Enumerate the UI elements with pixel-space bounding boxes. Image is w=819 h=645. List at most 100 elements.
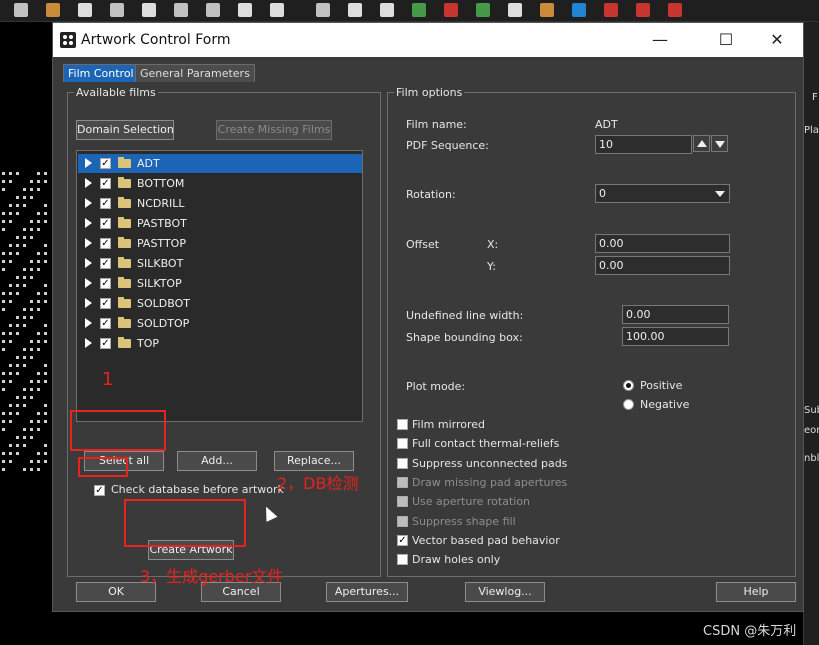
expand-arrow-icon[interactable] (85, 218, 92, 228)
pcb-canvas[interactable] (0, 22, 52, 645)
create-missing-films-button[interactable]: Create Missing Films (216, 120, 332, 140)
film-row[interactable]: ✓ PASTBOT (78, 214, 362, 233)
film-checkbox[interactable]: ✓ (100, 238, 111, 249)
tab-film-control[interactable]: Film Control (63, 64, 139, 82)
pcb-pad (37, 428, 40, 431)
film-row[interactable]: ✓ SILKTOP (78, 274, 362, 293)
pcb-pad (30, 316, 33, 319)
domain-selection-button[interactable]: Domain Selection (76, 120, 174, 140)
toolbar-tool-icon[interactable] (380, 3, 394, 17)
expand-arrow-icon[interactable] (85, 318, 92, 328)
film-checkbox[interactable]: ✓ (100, 178, 111, 189)
film-checkbox[interactable]: ✓ (100, 258, 111, 269)
film-checkbox[interactable]: ✓ (100, 198, 111, 209)
toolbar-tool-icon[interactable] (142, 3, 156, 17)
pcb-pad (16, 284, 19, 287)
rotation-select[interactable]: 0 (595, 184, 730, 203)
tab-general-parameters[interactable]: General Parameters (135, 64, 255, 82)
film-option-checkbox[interactable] (397, 496, 408, 508)
film-tree-list[interactable]: ✓ ADT ✓ BOTTOM ✓ NCDRILL ✓ PASTBOT ✓ PASTTOP ✓ SILK… (76, 150, 363, 422)
sequence-up-button[interactable] (693, 135, 710, 152)
film-option-checkbox[interactable] (397, 476, 408, 488)
expand-arrow-icon[interactable] (85, 158, 92, 168)
plot-mode-negative-radio[interactable] (623, 399, 634, 410)
pcb-pad (44, 292, 47, 295)
expand-arrow-icon[interactable] (85, 298, 92, 308)
pcb-pad (2, 172, 5, 175)
offset-y-input[interactable]: 0.00 (595, 256, 730, 275)
check-database-checkbox[interactable]: ✓ (94, 485, 105, 496)
film-row[interactable]: ✓ NCDRILL (78, 194, 362, 213)
film-checkbox[interactable]: ✓ (100, 278, 111, 289)
pdf-sequence-input[interactable]: 10 (595, 135, 692, 154)
pcb-pad (9, 284, 12, 287)
film-option-checkbox[interactable] (397, 457, 408, 469)
film-option-checkbox[interactable] (397, 419, 408, 430)
toolbar-tool-icon[interactable] (348, 3, 362, 17)
toolbar-tool-icon[interactable] (604, 3, 618, 17)
minimize-button[interactable]: — (638, 28, 682, 52)
film-checkbox[interactable]: ✓ (100, 318, 111, 329)
expand-arrow-icon[interactable] (85, 238, 92, 248)
film-checkbox[interactable]: ✓ (100, 158, 111, 169)
toolbar-tool-icon[interactable] (110, 3, 124, 17)
film-row[interactable]: ✓ TOP (78, 334, 362, 353)
toolbar-tool-icon[interactable] (508, 3, 522, 17)
pcb-pad (9, 300, 12, 303)
toolbar-tool-icon[interactable] (78, 3, 92, 17)
replace-film-button[interactable]: Replace... (274, 451, 354, 471)
undefined-line-width-input[interactable]: 0.00 (622, 305, 729, 324)
pcb-pad (9, 204, 12, 207)
toolbar-tool-icon[interactable] (46, 3, 60, 17)
shape-bounding-box-input[interactable]: 100.00 (622, 327, 729, 346)
expand-arrow-icon[interactable] (85, 178, 92, 188)
toolbar-tool-icon[interactable] (174, 3, 188, 17)
film-row[interactable]: ✓ SILKBOT (78, 254, 362, 273)
pcb-pad (30, 220, 33, 223)
expand-arrow-icon[interactable] (85, 198, 92, 208)
toolbar-tool-icon[interactable] (14, 3, 28, 17)
rotation-label: Rotation: (406, 188, 456, 201)
plot-mode-positive-radio[interactable] (623, 380, 634, 391)
toolbar-tool-icon[interactable] (668, 3, 682, 17)
film-checkbox[interactable]: ✓ (100, 218, 111, 229)
toolbar-tool-icon[interactable] (572, 3, 586, 17)
toolbar-tool-icon[interactable] (476, 3, 490, 17)
film-option-checkbox[interactable] (397, 554, 408, 566)
film-checkbox[interactable]: ✓ (100, 338, 111, 349)
film-option-checkbox[interactable] (397, 515, 408, 527)
toolbar-tool-icon[interactable] (412, 3, 426, 17)
add-film-button[interactable]: Add... (177, 451, 257, 471)
film-row[interactable]: ✓ SOLDTOP (78, 314, 362, 333)
film-row[interactable]: ✓ PASTTOP (78, 234, 362, 253)
offset-x-input[interactable]: 0.00 (595, 234, 730, 253)
film-option-checkbox[interactable] (397, 438, 408, 450)
expand-arrow-icon[interactable] (85, 338, 92, 348)
toolbar-tool-icon[interactable] (238, 3, 252, 17)
toolbar-tool-icon[interactable] (444, 3, 458, 17)
film-row[interactable]: ✓ BOTTOM (78, 174, 362, 193)
close-button[interactable]: ✕ (755, 28, 799, 52)
pcb-pad (30, 308, 33, 311)
expand-arrow-icon[interactable] (85, 258, 92, 268)
toolbar-tool-icon[interactable] (270, 3, 284, 17)
expand-arrow-icon[interactable] (85, 278, 92, 288)
title-bar[interactable]: Artwork Control Form — ☐ ✕ (53, 23, 803, 57)
pcb-pad (30, 428, 33, 431)
right-dock-panel: F Pla Sub eon nbly (803, 22, 819, 645)
viewlog-button[interactable]: Viewlog... (465, 582, 545, 602)
film-option-checkbox[interactable]: ✓ (397, 534, 408, 546)
apertures-button[interactable]: Apertures... (326, 582, 408, 602)
toolbar-tool-icon[interactable] (206, 3, 220, 17)
film-row[interactable]: ✓ ADT (78, 154, 362, 173)
toolbar-tool-icon[interactable] (316, 3, 330, 17)
sequence-down-button[interactable] (711, 135, 728, 152)
toolbar-tool-icon[interactable] (636, 3, 650, 17)
pcb-pad (44, 244, 47, 247)
pcb-pad (44, 260, 47, 263)
help-button[interactable]: Help (716, 582, 796, 602)
film-checkbox[interactable]: ✓ (100, 298, 111, 309)
maximize-button[interactable]: ☐ (704, 28, 748, 52)
film-row[interactable]: ✓ SOLDBOT (78, 294, 362, 313)
toolbar-tool-icon[interactable] (540, 3, 554, 17)
